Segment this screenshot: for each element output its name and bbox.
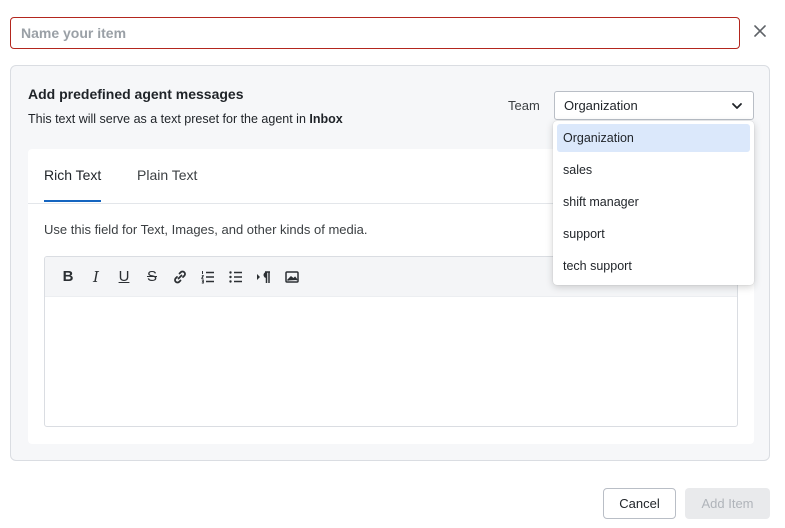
- ordered-list-icon[interactable]: [197, 266, 219, 288]
- editor-content-area[interactable]: [45, 297, 737, 426]
- chevron-down-icon: [732, 103, 742, 109]
- bold-icon[interactable]: B: [57, 266, 79, 288]
- close-button[interactable]: [750, 21, 770, 41]
- team-label: Team: [508, 98, 540, 113]
- link-icon[interactable]: [169, 266, 191, 288]
- item-name-input[interactable]: [10, 17, 740, 49]
- panel-subtitle-text: This text will serve as a text preset fo…: [28, 112, 310, 126]
- team-dropdown-menu: Organization sales shift manager support…: [553, 121, 754, 285]
- bullet-list-icon[interactable]: [225, 266, 247, 288]
- dropdown-option-organization[interactable]: Organization: [557, 124, 750, 152]
- team-select[interactable]: Organization: [554, 91, 754, 120]
- cancel-button[interactable]: Cancel: [603, 488, 676, 519]
- dropdown-option-shift-manager[interactable]: shift manager: [557, 188, 750, 216]
- dropdown-option-sales[interactable]: sales: [557, 156, 750, 184]
- team-select-value: Organization: [564, 98, 638, 113]
- editor-help-text: Use this field for Text, Images, and oth…: [44, 222, 368, 237]
- panel-subtitle-inbox: Inbox: [309, 112, 343, 126]
- image-icon[interactable]: [281, 266, 303, 288]
- paragraph-direction-icon[interactable]: [253, 266, 275, 288]
- tab-plain-text[interactable]: Plain Text: [137, 167, 197, 200]
- dropdown-option-support[interactable]: support: [557, 220, 750, 248]
- panel-title: Add predefined agent messages: [28, 86, 244, 102]
- italic-icon[interactable]: I: [85, 266, 107, 288]
- add-item-button[interactable]: Add Item: [685, 488, 770, 519]
- strikethrough-icon[interactable]: S: [141, 266, 163, 288]
- dropdown-option-tech-support[interactable]: tech support: [557, 252, 750, 280]
- tab-rich-text[interactable]: Rich Text: [44, 167, 102, 202]
- underline-icon[interactable]: U: [113, 266, 135, 288]
- panel-subtitle: This text will serve as a text preset fo…: [28, 112, 343, 126]
- close-icon: [754, 25, 766, 37]
